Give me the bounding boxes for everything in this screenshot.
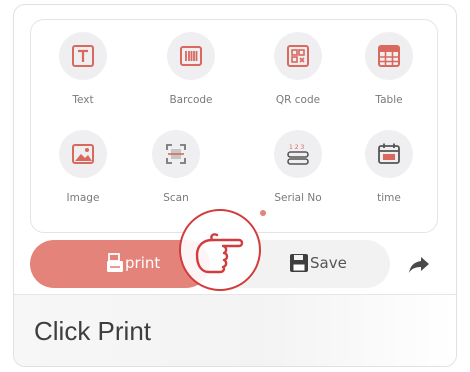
- tool-label: QR code: [275, 94, 321, 106]
- tool-label: Table: [375, 94, 403, 106]
- tool-label: Scan: [163, 192, 189, 204]
- tool-time[interactable]: time: [344, 130, 434, 224]
- pointing-hand-icon: [195, 233, 244, 274]
- barcode-icon: [180, 46, 202, 66]
- tool-label: Image: [66, 192, 100, 204]
- share-arrow-icon: [409, 257, 429, 273]
- tool-label: time: [377, 192, 401, 204]
- print-button-label: print: [125, 254, 161, 272]
- save-button-label: Save: [310, 254, 347, 272]
- image-icon: [72, 144, 94, 164]
- tap-indicator-dot: [260, 210, 266, 216]
- calendar-icon: [378, 143, 400, 164]
- tool-qr-code[interactable]: QR code: [253, 32, 343, 126]
- tutorial-card: Text Barcode QR code Table Image Scan 1 …: [13, 4, 457, 367]
- tool-label: Serial No: [274, 192, 322, 204]
- svg-text:1 2 3: 1 2 3: [289, 144, 304, 151]
- floppy-disk-icon: [290, 254, 308, 272]
- tool-text[interactable]: Text: [38, 32, 128, 126]
- tool-serial-no[interactable]: 1 2 3 Serial No: [253, 130, 343, 224]
- serial-number-icon: 1 2 3: [287, 144, 309, 165]
- share-button[interactable]: [408, 255, 430, 279]
- tool-table[interactable]: Table: [344, 32, 434, 126]
- tool-panel: Text Barcode QR code Table Image Scan 1 …: [30, 19, 438, 233]
- tool-image[interactable]: Image: [38, 130, 128, 224]
- instruction-caption: Click Print: [34, 316, 152, 346]
- tap-hint: [179, 209, 261, 291]
- instruction-footer: Click Print: [14, 294, 456, 366]
- scan-icon: [166, 144, 186, 164]
- tool-label: Barcode: [169, 94, 213, 106]
- qr-code-icon: [287, 45, 309, 67]
- tool-label: Text: [72, 94, 94, 106]
- printer-icon: [107, 253, 123, 272]
- table-icon: [378, 45, 400, 67]
- tool-barcode[interactable]: Barcode: [146, 32, 236, 126]
- text-icon: [72, 45, 94, 67]
